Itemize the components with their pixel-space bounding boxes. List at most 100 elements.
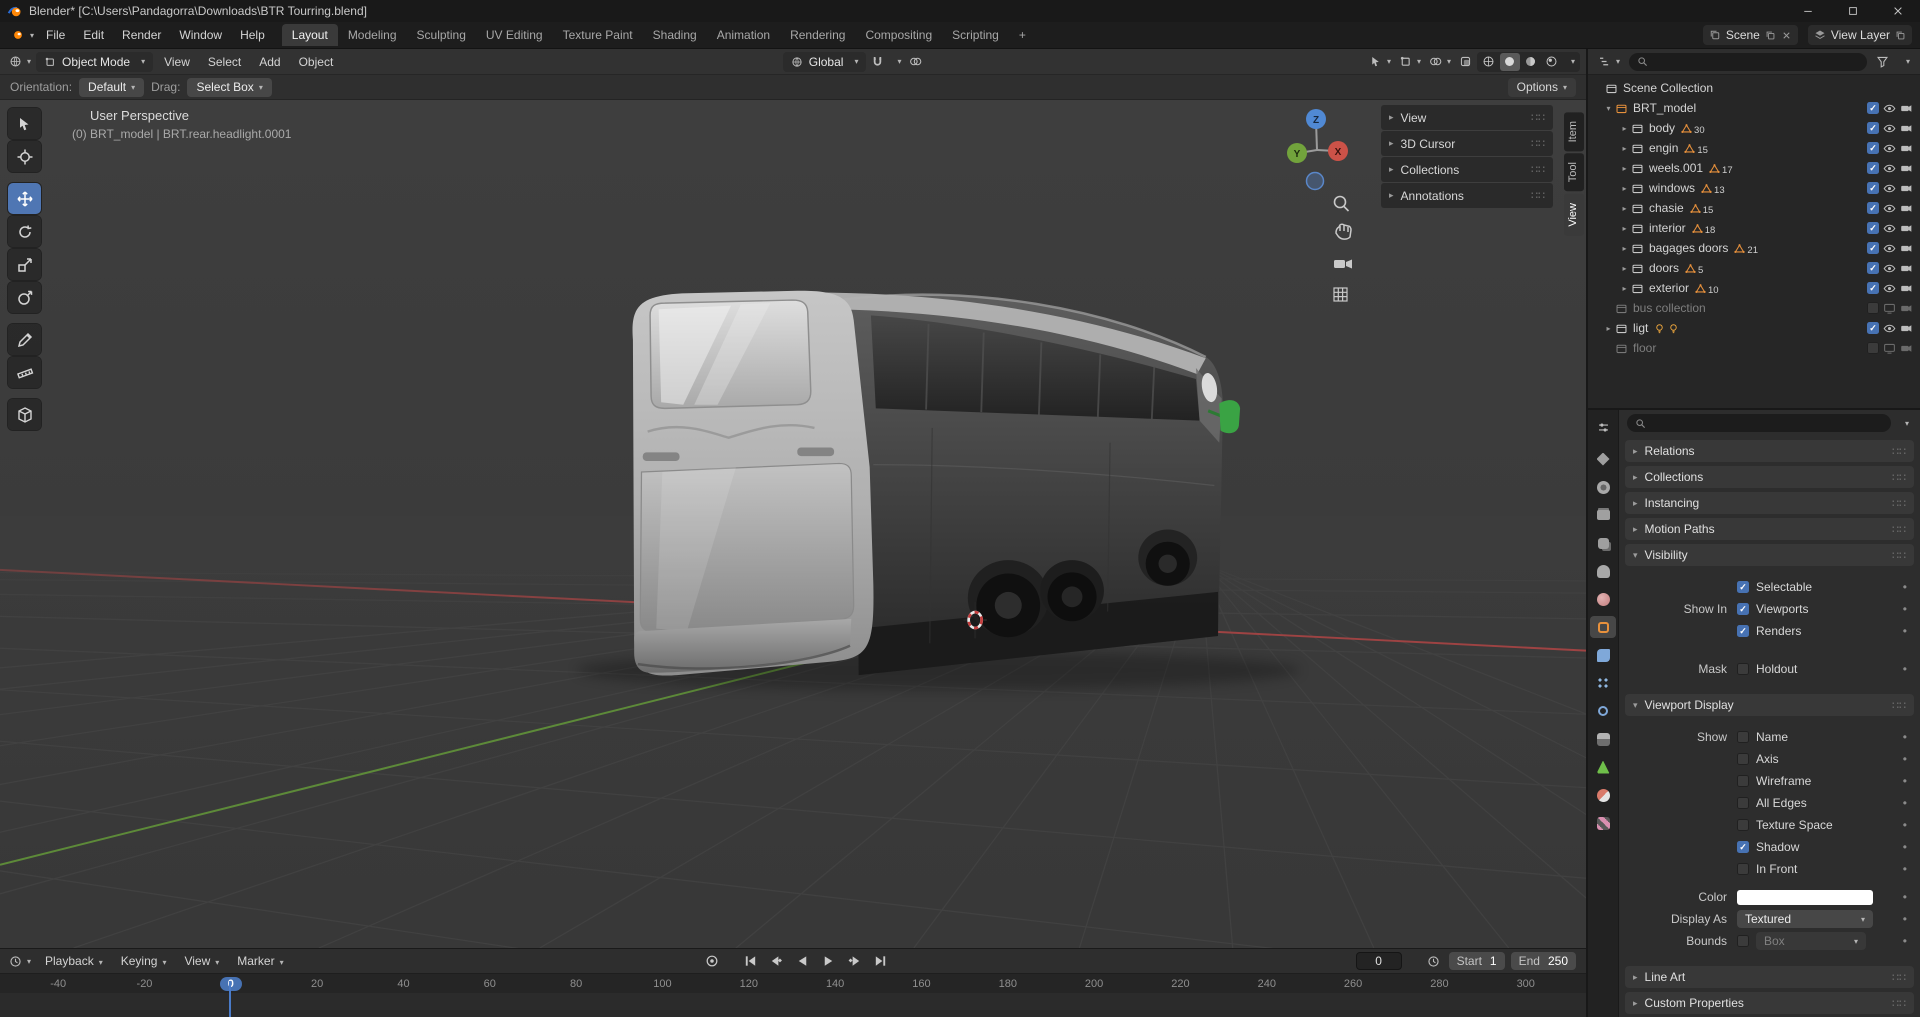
workspace-tab[interactable]: +	[1009, 24, 1036, 46]
shading-wireframe-button[interactable]	[1479, 53, 1499, 71]
animate-decorator[interactable]	[1903, 840, 1907, 854]
disclosure-arrow-icon[interactable]: ▸	[1618, 184, 1631, 193]
ruler-frame-label[interactable]: 40	[360, 974, 446, 993]
exclude-checkbox[interactable]	[1867, 262, 1879, 274]
disclosure-arrow-icon[interactable]: ▸	[1618, 124, 1631, 133]
blender-menu-button[interactable]	[8, 26, 37, 44]
close-button[interactable]	[1875, 0, 1920, 22]
hide-eye-icon[interactable]	[1883, 322, 1896, 335]
animate-decorator[interactable]	[1903, 662, 1907, 676]
workspace-tab[interactable]: Scripting	[942, 24, 1009, 46]
property-checkbox[interactable]	[1737, 603, 1749, 615]
transform-orientation-dropdown[interactable]: Global	[783, 52, 867, 72]
menu-item[interactable]: Render	[113, 25, 170, 45]
animate-decorator[interactable]	[1903, 862, 1907, 876]
hide-eye-icon[interactable]	[1883, 282, 1896, 295]
properties-tab[interactable]	[1590, 616, 1616, 638]
properties-tab[interactable]	[1590, 812, 1616, 834]
workspace-tab[interactable]: Animation	[707, 24, 780, 46]
properties-tab[interactable]	[1590, 504, 1616, 526]
property-checkbox[interactable]	[1737, 841, 1749, 853]
shading-settings-dropdown[interactable]	[1563, 55, 1578, 68]
ruler-frame-label[interactable]: 80	[533, 974, 619, 993]
properties-tab[interactable]	[1590, 560, 1616, 582]
exclude-checkbox[interactable]	[1867, 162, 1879, 174]
animate-decorator[interactable]	[1903, 730, 1907, 744]
overlays-dropdown[interactable]	[1426, 53, 1454, 70]
hide-eye-icon[interactable]	[1883, 122, 1896, 135]
disclosure-arrow-icon[interactable]: ▸	[1618, 204, 1631, 213]
outliner-editor-type-button[interactable]	[1595, 53, 1623, 70]
outliner-row[interactable]: Scene Collection	[1588, 78, 1920, 98]
preview-range-toggle[interactable]	[1424, 953, 1443, 970]
workspace-tab[interactable]: Modeling	[338, 24, 407, 46]
exclude-checkbox[interactable]	[1867, 242, 1879, 254]
viewport-menu-item[interactable]: Select	[199, 52, 250, 72]
animate-decorator[interactable]	[1903, 752, 1907, 766]
menu-item[interactable]: File	[37, 25, 74, 45]
property-section-header[interactable]: Custom Properties	[1625, 992, 1914, 1014]
camera-view-button[interactable]	[1334, 260, 1352, 269]
orientation-dropdown[interactable]: Default	[79, 78, 144, 97]
maximize-button[interactable]	[1830, 0, 1875, 22]
pan-button[interactable]	[1336, 224, 1351, 239]
sidebar-tab[interactable]: Tool	[1564, 153, 1584, 191]
bounds-dropdown[interactable]: Box	[1756, 932, 1866, 950]
jump-to-start-button[interactable]	[739, 951, 762, 970]
hide-eye-icon[interactable]	[1883, 222, 1896, 235]
timeline-menu-item[interactable]: Keying	[112, 951, 176, 971]
properties-tab[interactable]	[1590, 532, 1616, 554]
sidebar-tab[interactable]: Item	[1564, 112, 1584, 151]
disclosure-arrow-icon[interactable]: ▸	[1618, 284, 1631, 293]
property-checkbox[interactable]	[1737, 863, 1749, 875]
exclude-checkbox[interactable]	[1867, 102, 1879, 114]
play-reverse-button[interactable]	[791, 951, 814, 970]
properties-tab[interactable]	[1590, 448, 1616, 470]
property-section-header[interactable]: Collections	[1625, 466, 1914, 488]
workspace-tab[interactable]: Rendering	[780, 24, 855, 46]
property-checkbox[interactable]	[1737, 663, 1749, 675]
animate-decorator[interactable]	[1903, 818, 1907, 832]
properties-tab[interactable]	[1590, 728, 1616, 750]
property-checkbox[interactable]	[1737, 819, 1749, 831]
disclosure-arrow-icon[interactable]: ▸	[1618, 264, 1631, 273]
move-tool[interactable]	[8, 183, 41, 214]
auto-keying-toggle[interactable]	[700, 951, 723, 970]
properties-tab[interactable]	[1590, 476, 1616, 498]
ruler-frame-label[interactable]: 200	[1051, 974, 1137, 993]
ruler-frame-label[interactable]: 140	[792, 974, 878, 993]
ruler-frame-label[interactable]: 100	[619, 974, 705, 993]
properties-tab[interactable]	[1590, 588, 1616, 610]
render-camera-icon[interactable]	[1900, 182, 1913, 195]
workspace-tab[interactable]: Compositing	[855, 24, 942, 46]
outliner-row[interactable]: ▸ bagages doors 21	[1588, 238, 1920, 258]
properties-search-input[interactable]	[1627, 414, 1891, 432]
transform-tool[interactable]	[8, 282, 41, 313]
bus-model[interactable]	[633, 291, 1241, 676]
animate-decorator[interactable]	[1903, 774, 1907, 788]
playhead[interactable]	[229, 981, 231, 1017]
timeline-menu-item[interactable]: Playback	[36, 951, 112, 971]
outliner-row[interactable]: ▸ exterior 10	[1588, 278, 1920, 298]
display-as-dropdown[interactable]: Textured	[1737, 910, 1873, 928]
viewport-display-section-header[interactable]: Viewport Display	[1625, 694, 1914, 716]
ruler-frame-label[interactable]: 240	[1224, 974, 1310, 993]
hide-eye-icon[interactable]	[1883, 102, 1896, 115]
render-camera-icon[interactable]	[1900, 142, 1913, 155]
exclude-checkbox[interactable]	[1867, 302, 1879, 314]
frame-start-field[interactable]: Start1	[1449, 952, 1505, 970]
bounds-checkbox[interactable]	[1737, 935, 1749, 947]
render-camera-icon[interactable]	[1900, 342, 1913, 355]
animate-decorator[interactable]	[1903, 912, 1907, 926]
outliner-options-dropdown[interactable]	[1898, 55, 1913, 68]
exclude-checkbox[interactable]	[1867, 322, 1879, 334]
exclude-checkbox[interactable]	[1867, 222, 1879, 234]
view-layer-selector[interactable]: View Layer	[1808, 25, 1912, 45]
workspace-tab[interactable]: Sculpting	[407, 24, 476, 46]
view-gizmo[interactable]: Z Y X	[1287, 109, 1348, 190]
timeline-menu-item[interactable]: View	[175, 951, 228, 971]
property-section-header[interactable]: Relations	[1625, 440, 1914, 462]
outliner-row[interactable]: ▸ chasie 15	[1588, 198, 1920, 218]
properties-options-dropdown[interactable]	[1897, 417, 1912, 430]
properties-tab[interactable]	[1590, 784, 1616, 806]
